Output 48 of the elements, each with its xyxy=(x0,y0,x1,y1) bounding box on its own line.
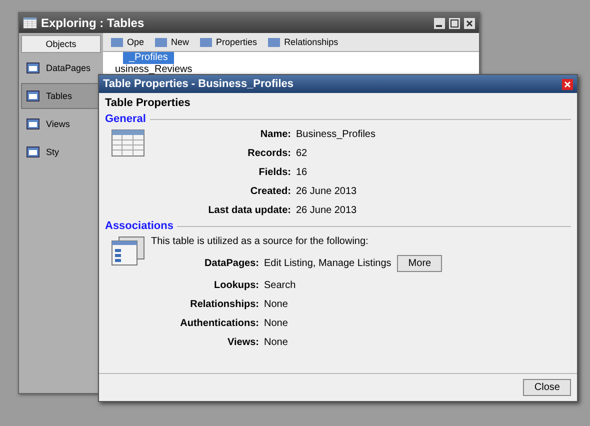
field-label: DataPages: xyxy=(204,258,259,269)
field-value: None xyxy=(264,318,288,329)
close-button[interactable]: Close xyxy=(523,379,571,396)
toolbar-icon xyxy=(154,35,168,49)
field-label: Records: xyxy=(246,148,291,159)
window-title: Exploring : Tables xyxy=(41,16,146,30)
object-item[interactable]: Sty xyxy=(21,139,101,165)
field-label: Fields: xyxy=(258,167,291,178)
toolbar-button[interactable]: New xyxy=(153,34,190,50)
field-label: Name: xyxy=(259,129,291,140)
toolbar-button[interactable]: Properties xyxy=(198,34,258,50)
toolbar-icon xyxy=(199,35,214,49)
table-list-item[interactable]: _Profiles xyxy=(123,52,174,64)
field-value: None xyxy=(264,299,288,310)
object-item[interactable]: Tables xyxy=(21,83,101,109)
field-value: Search xyxy=(264,280,296,291)
toolbar-icon xyxy=(110,35,124,49)
toolbar-button[interactable]: Ope xyxy=(109,34,146,50)
object-item[interactable]: DataPages xyxy=(21,55,101,81)
field-label: Views: xyxy=(226,337,259,348)
field-label: Last data update: xyxy=(207,205,291,216)
minimize-icon[interactable] xyxy=(434,18,445,28)
close-icon[interactable] xyxy=(464,18,475,28)
field-value: Edit Listing, Manage Listings xyxy=(264,258,392,269)
form-icon xyxy=(111,236,145,266)
dialog-title: Table Properties - Business_Profiles xyxy=(103,78,295,90)
field-value: None xyxy=(264,337,288,348)
field-label: Lookups: xyxy=(213,280,259,291)
field-value: 26 June 2013 xyxy=(296,205,358,216)
toolbar-icon xyxy=(267,35,282,49)
more-button[interactable]: More xyxy=(397,255,442,272)
toolbar-button[interactable]: Relationships xyxy=(266,34,340,50)
field-value: 16 xyxy=(296,167,308,178)
object-item[interactable]: Views xyxy=(21,111,101,137)
field-label: Relationships: xyxy=(189,299,259,310)
close-icon[interactable] xyxy=(562,78,573,90)
section-title: General xyxy=(105,113,146,125)
association-intro: This table is utilized as a source for the following: xyxy=(151,236,370,247)
dialog-heading: Table Properties xyxy=(105,97,192,109)
objects-header: Objects xyxy=(21,35,101,53)
section-title: Associations xyxy=(105,220,174,232)
field-value: Business_Profiles xyxy=(296,129,376,140)
table-list-item[interactable]: usiness_Reviews xyxy=(109,64,198,76)
field-value: 62 xyxy=(296,148,308,159)
field-value: 26 June 2013 xyxy=(296,186,358,197)
field-label: Authentications: xyxy=(179,318,259,329)
field-label: Created: xyxy=(249,186,291,197)
maximize-icon[interactable] xyxy=(449,18,460,28)
